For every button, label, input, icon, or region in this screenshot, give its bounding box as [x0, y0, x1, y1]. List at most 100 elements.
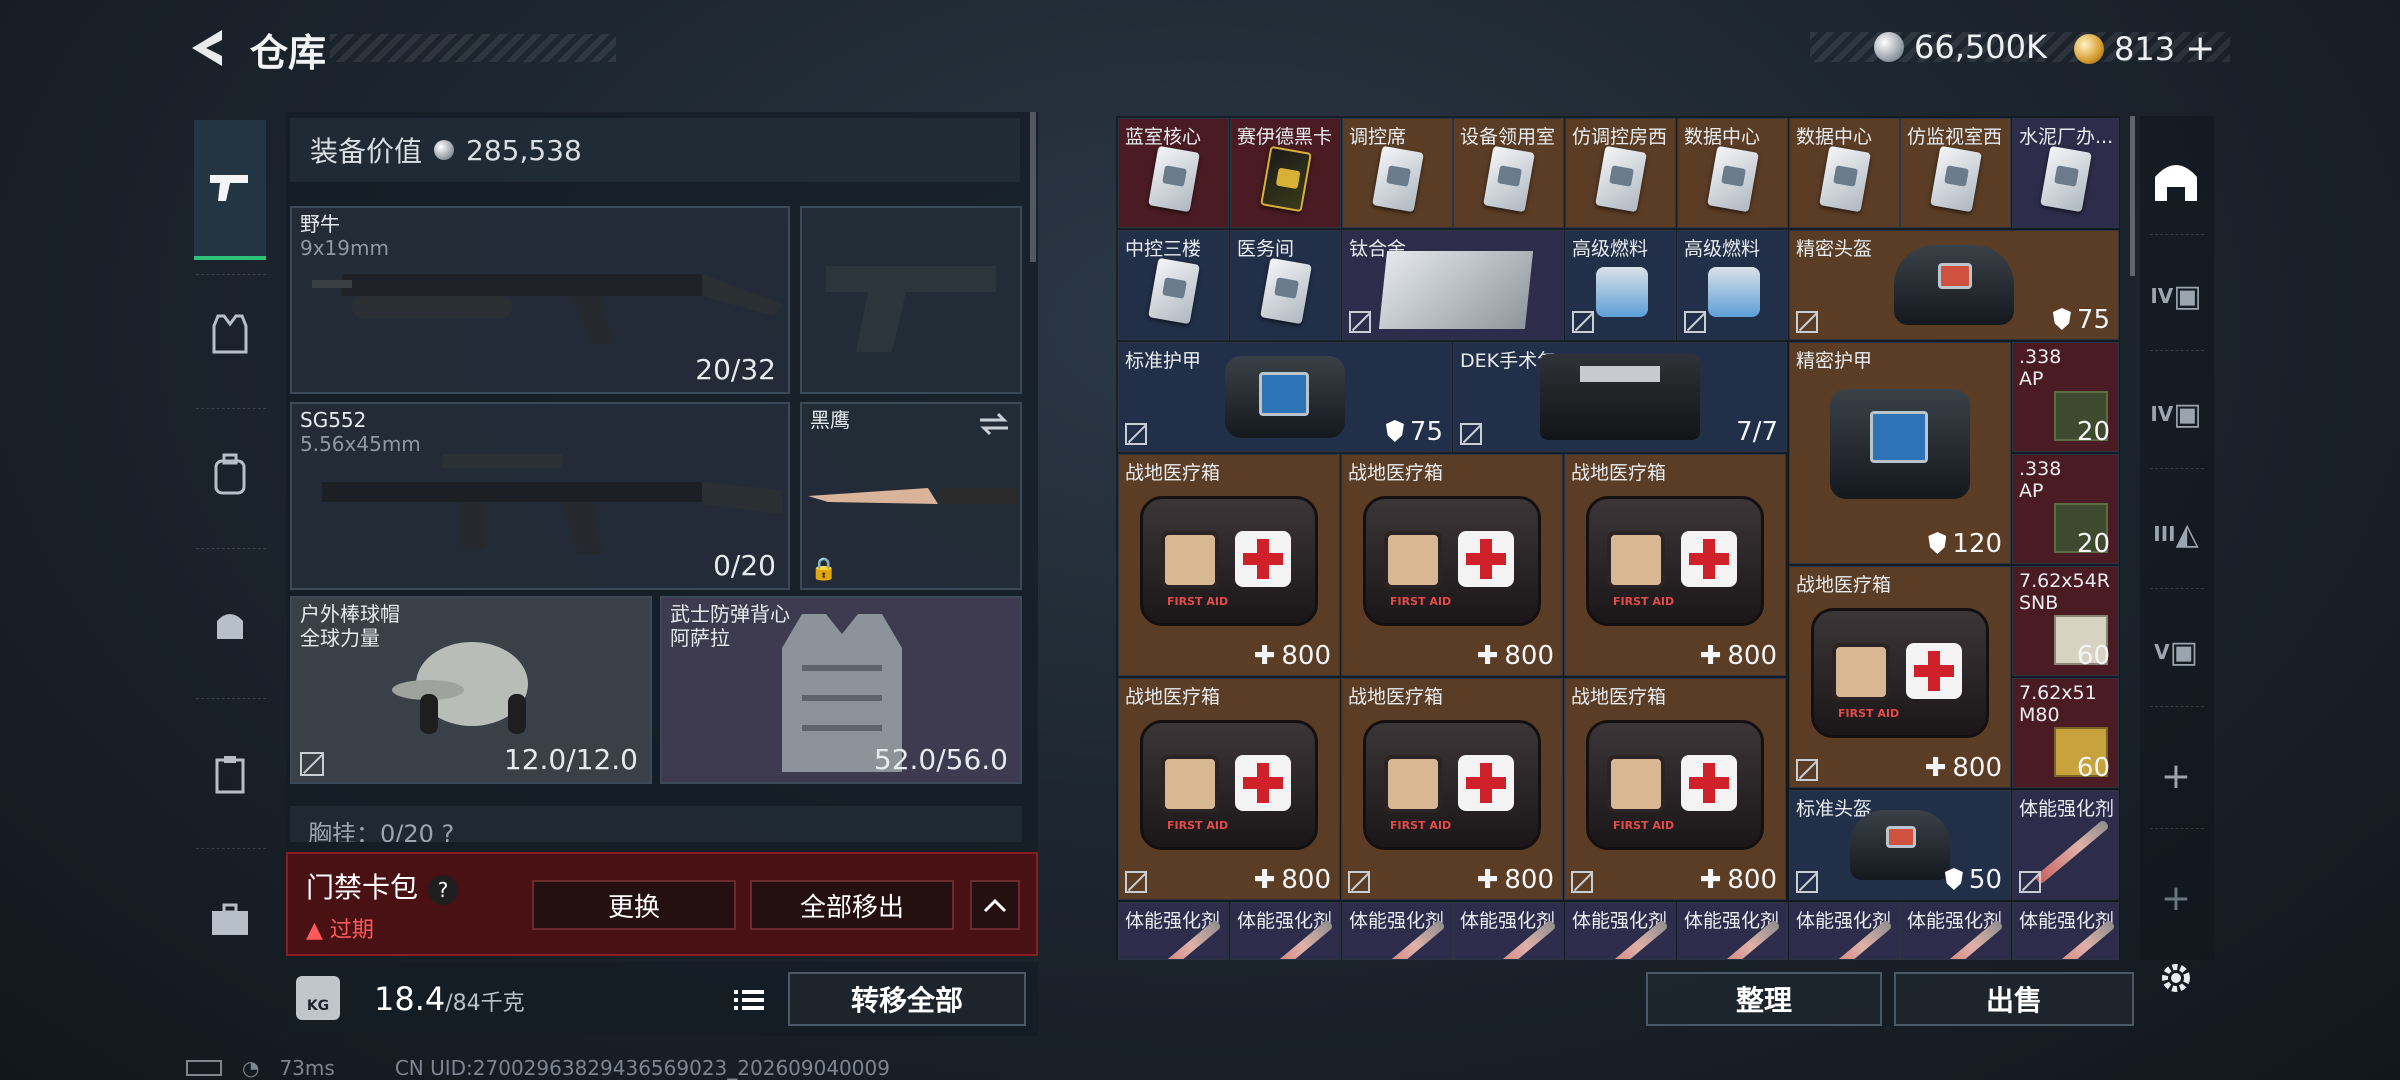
category-bag[interactable] — [194, 588, 266, 660]
storage-item[interactable]: 标准护甲 75 — [1118, 342, 1452, 452]
storage-item[interactable]: 战地医疗箱 FIRST AID ✚ 800 — [1789, 566, 2011, 788]
storage-item[interactable]: 高级燃料 — [1565, 230, 1676, 340]
storage-item[interactable]: 设备领用室 — [1453, 118, 1564, 228]
chest-rig-label: 胸挂：0/20 ? — [308, 820, 455, 842]
armor-bag-icon — [1225, 356, 1345, 438]
swap-icon[interactable] — [978, 412, 1010, 436]
storage-tab-2[interactable]: IV ▣ — [2146, 384, 2206, 444]
secondary-weapon-slot[interactable]: SG552 5.56x45mm 0/20 — [290, 402, 790, 590]
keycard-icon — [1259, 258, 1312, 325]
storage-item[interactable]: 精密护甲 120 — [1789, 342, 2011, 564]
storage-item[interactable]: 战地医疗箱 FIRST AID ✚ 800 — [1341, 454, 1563, 676]
storage-item[interactable]: .338 AP 20 — [2012, 342, 2119, 452]
storage-item[interactable]: 战地医疗箱 FIRST AID ✚ 800 — [1118, 454, 1340, 676]
category-vest[interactable] — [194, 298, 266, 370]
storage-item[interactable]: 体能强化剂 — [2012, 790, 2119, 900]
ammo-count: 20/32 — [695, 353, 776, 386]
list-view-button[interactable] — [726, 982, 772, 1018]
back-arrow-icon[interactable] — [186, 26, 226, 70]
storage-item[interactable]: 战地医疗箱 FIRST AID ✚ 800 — [1564, 454, 1786, 676]
keycard-bag-title: 门禁卡包? — [306, 866, 459, 906]
category-case[interactable] — [194, 738, 266, 810]
storage-item[interactable]: 仿监视室西 — [1900, 118, 2011, 228]
pistol-icon — [210, 175, 248, 201]
collapse-button[interactable] — [970, 880, 1020, 930]
storage-item[interactable]: 体能强化剂 — [1230, 902, 1341, 960]
chest-rig-row[interactable]: 胸挂：0/20 ? — [290, 806, 1022, 842]
storage-item[interactable]: 高级燃料 — [1677, 230, 1788, 340]
melee-slot[interactable]: 黑鹰 🔒 — [800, 402, 1022, 590]
storage-scrollbar[interactable] — [2130, 116, 2135, 276]
storage-item[interactable]: .338 AP 20 — [2012, 454, 2119, 564]
storage-box-icon: ▣ — [2173, 278, 2202, 314]
category-backpack[interactable] — [194, 438, 266, 510]
storage-item[interactable]: 体能强化剂 — [1900, 902, 2011, 960]
category-weapons[interactable] — [194, 120, 266, 260]
no-insure-icon — [1684, 311, 1706, 333]
storage-item[interactable]: 战地医疗箱 FIRST AID ✚ 800 — [1118, 678, 1340, 900]
transfer-all-button[interactable]: 转移全部 — [788, 972, 1026, 1026]
storage-item[interactable]: 数据中心 — [1677, 118, 1788, 228]
no-insure-icon — [1125, 871, 1147, 893]
storage-item[interactable]: 战地医疗箱 FIRST AID ✚ 800 — [1341, 678, 1563, 900]
storage-item[interactable]: 7.62x51 M80 60 — [2012, 678, 2119, 788]
add-storage-tab-button[interactable]: + — [2146, 746, 2206, 806]
storage-item[interactable]: 医务间 — [1230, 230, 1341, 340]
primary-weapon-slot[interactable]: 野牛 9x19mm 20/32 — [290, 206, 790, 394]
storage-item[interactable]: 赛伊德黑卡 — [1230, 118, 1341, 228]
equipment-scrollbar[interactable] — [1030, 112, 1036, 262]
helmet-sub: 全球力量 — [300, 626, 380, 650]
storage-tab-4[interactable]: V ▣ — [2146, 622, 2206, 682]
storage-item[interactable]: 体能强化剂 — [1565, 902, 1676, 960]
storage-item[interactable]: 精密头盔 75 — [1789, 230, 2119, 340]
pistol-silhouette-icon — [826, 266, 996, 352]
gold-currency[interactable]: 813 + — [2074, 28, 2215, 69]
storage-tab-1[interactable]: IV ▣ — [2146, 266, 2206, 326]
storage-item[interactable]: 体能强化剂 — [1453, 902, 1564, 960]
chevron-up-icon — [983, 898, 1007, 913]
storage-item[interactable]: 体能强化剂 — [2012, 902, 2119, 960]
silver-currency: 66,500K — [1874, 28, 2047, 66]
replace-button[interactable]: 更换 — [532, 880, 736, 930]
storage-item[interactable]: 蓝室核心 — [1118, 118, 1229, 228]
storage-item[interactable]: 战地医疗箱 FIRST AID ✚ 800 — [1564, 678, 1786, 900]
storage-item[interactable]: 数据中心 — [1789, 118, 1900, 228]
clipboard-icon — [215, 756, 245, 794]
storage-box-icon: ▣ — [2169, 634, 2198, 670]
durability: 75 — [2052, 305, 2110, 335]
add-storage-tab-button-2[interactable]: + — [2146, 868, 2206, 928]
medkit-icon: FIRST AID — [1811, 607, 1989, 738]
durability: 52.0/56.0 — [873, 743, 1008, 776]
storage-item[interactable]: 体能强化剂 — [1677, 902, 1788, 960]
storage-item[interactable]: 水泥厂办... — [2012, 118, 2119, 228]
remove-all-button[interactable]: 全部移出 — [750, 880, 954, 930]
storage-tab-3[interactable]: III ◭ — [2146, 504, 2206, 564]
helmet-slot[interactable]: 户外棒球帽 全球力量 12.0/12.0 — [290, 596, 652, 784]
storage-item[interactable]: 体能强化剂 — [1118, 902, 1229, 960]
storage-item[interactable]: 钛合金 — [1342, 230, 1564, 340]
storage-item[interactable]: 体能强化剂 — [1342, 902, 1453, 960]
medkit-icon: FIRST AID — [1586, 495, 1764, 626]
help-icon[interactable]: ? — [428, 875, 459, 905]
storage-item[interactable]: 调控席 — [1342, 118, 1453, 228]
storage-item[interactable]: 标准头盔 50 — [1789, 790, 2011, 900]
organize-button[interactable]: 整理 — [1646, 972, 1882, 1026]
gear-icon — [2162, 964, 2190, 992]
add-currency-icon[interactable]: + — [2185, 28, 2215, 69]
sell-button[interactable]: 出售 — [1894, 972, 2134, 1026]
storage-tab-main[interactable] — [2146, 150, 2206, 210]
category-briefcase[interactable] — [194, 884, 266, 956]
ping-readout: 73ms — [279, 1056, 335, 1080]
storage-item[interactable]: 体能强化剂 — [1789, 902, 1900, 960]
weight-readout: 18.4/84千克 — [374, 980, 525, 1018]
knife-icon — [808, 488, 1018, 504]
storage-item[interactable]: 中控三楼 — [1118, 230, 1229, 340]
armor-slot[interactable]: 武士防弹背心 阿萨拉 52.0/56.0 — [660, 596, 1022, 784]
storage-item[interactable]: DEK手术包 7/7 — [1453, 342, 1787, 452]
storage-item[interactable]: 7.62x54R SNB 60 — [2012, 566, 2119, 676]
status-bar: ◔ 73ms CN UID:27002963829436569023_20260… — [186, 1056, 890, 1080]
settings-button[interactable] — [2146, 948, 2206, 1008]
storage-item[interactable]: 仿调控房西 — [1565, 118, 1676, 228]
pistol-slot[interactable] — [800, 206, 1022, 394]
gold-coin-icon — [2074, 33, 2104, 64]
